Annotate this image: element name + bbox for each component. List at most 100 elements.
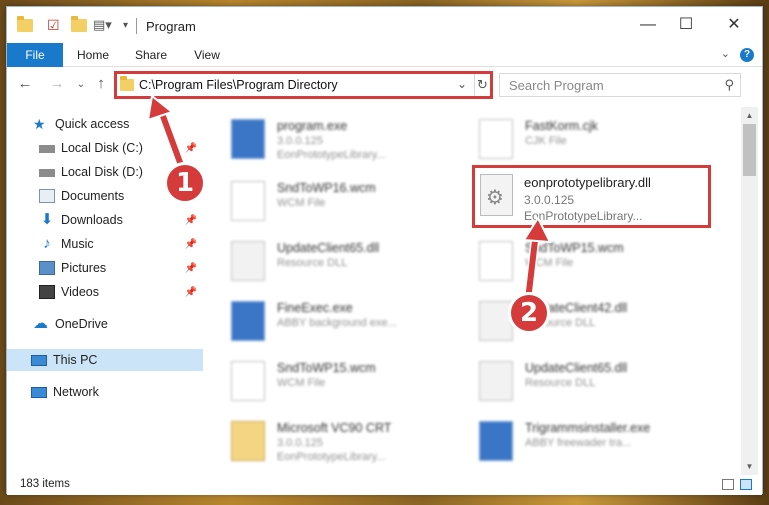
- sidebar-item-this-pc[interactable]: This PC: [7, 349, 203, 371]
- file-detail: 3.0.0.125: [277, 135, 323, 147]
- scrollbar-thumb[interactable]: [743, 124, 756, 176]
- file-detail: EonPrototypeLibrary...: [277, 451, 386, 463]
- item-count: 183 items: [20, 478, 70, 490]
- file-detail: ABBY freewader tra...: [525, 437, 632, 449]
- new-folder-icon[interactable]: [71, 15, 87, 34]
- sidebar-item-label: Local Disk (C:): [61, 141, 143, 155]
- exe-file-icon: [231, 301, 265, 341]
- file-item[interactable]: Microsoft VC90 CRT 3.0.0.125 EonPrototyp…: [207, 415, 452, 465]
- sidebar-item-videos[interactable]: Videos 📌: [7, 281, 203, 303]
- file-name: eonprototypelibrary.dll: [524, 175, 651, 190]
- large-icons-view-icon[interactable]: [740, 479, 752, 490]
- file-detail: WCM File: [277, 377, 326, 389]
- search-box[interactable]: Search Program ⚲: [499, 73, 741, 97]
- scroll-up-icon[interactable]: ▲: [741, 107, 758, 124]
- exe-file-icon: [231, 119, 265, 159]
- dll-file-icon: [231, 241, 265, 281]
- ribbon-tabs: File Home Share View ⌄ ?: [7, 43, 762, 67]
- gear-file-icon: [480, 174, 513, 216]
- sidebar-item-quick-access[interactable]: ★ Quick access: [7, 113, 203, 135]
- file-detail: 3.0.0.125: [277, 437, 323, 449]
- installer-file-icon: [231, 421, 265, 461]
- title-separator: [136, 18, 137, 34]
- star-icon: ★: [33, 116, 46, 132]
- sidebar-item-music[interactable]: ♪ Music 📌: [7, 233, 203, 255]
- file-item[interactable]: FineExec.exe ABBY background exe...: [207, 295, 452, 345]
- cloud-icon: ☁: [33, 315, 48, 332]
- sidebar-item-downloads[interactable]: ⬇ Downloads 📌: [7, 209, 203, 231]
- file-name: SndToWP16.wcm: [277, 181, 376, 195]
- back-arrow-icon[interactable]: ←: [15, 75, 35, 92]
- file-item[interactable]: UpdateClient65.dll Resource DLL: [455, 355, 700, 405]
- file-item[interactable]: UpdateClient42.dll Resource DLL: [455, 295, 700, 345]
- quick-access-dropdown-icon[interactable]: ▾: [123, 16, 128, 34]
- file-detail: CJK File: [525, 135, 567, 147]
- document-file-icon: [231, 181, 265, 221]
- dll-file-icon: [479, 361, 513, 401]
- details-view-icon[interactable]: [722, 479, 734, 490]
- maximize-button[interactable]: ☐: [672, 15, 700, 35]
- file-detail: EonPrototypeLibrary...: [277, 149, 386, 161]
- sidebar-item-pictures[interactable]: Pictures 📌: [7, 257, 203, 279]
- sidebar-item-network[interactable]: Network: [7, 381, 203, 403]
- sidebar-item-local-disk-c[interactable]: Local Disk (C:) 📌: [7, 137, 203, 159]
- tab-home[interactable]: Home: [69, 43, 117, 67]
- documents-icon: [39, 189, 55, 203]
- network-icon: [31, 386, 47, 398]
- highlighted-dll-file[interactable]: eonprototypelibrary.dll 3.0.0.125 EonPro…: [472, 165, 711, 228]
- address-bar-highlight: [114, 71, 493, 99]
- sidebar-item-label: Local Disk (D:): [61, 165, 143, 179]
- file-item[interactable]: UpdateClient65.dll Resource DLL: [207, 235, 452, 285]
- file-name: Microsoft VC90 CRT: [277, 421, 392, 435]
- music-note-icon: ♪: [43, 235, 51, 252]
- file-item[interactable]: Trigrammsinstaller.exe ABBY freewader tr…: [455, 415, 700, 465]
- file-detail: Resource DLL: [525, 377, 596, 389]
- help-icon[interactable]: ?: [740, 48, 754, 62]
- pin-icon[interactable]: 📌: [185, 287, 197, 298]
- up-arrow-icon[interactable]: ↑: [91, 75, 111, 92]
- file-name: SndToWP15.wcm: [277, 361, 376, 375]
- forward-arrow-icon[interactable]: →: [47, 75, 67, 92]
- file-name: UpdateClient65.dll: [525, 361, 628, 375]
- file-item[interactable]: SndToWP15.wcm WCM File: [455, 235, 700, 285]
- file-name: SndToWP15.wcm: [525, 241, 624, 255]
- file-name: FastKorm.cjk: [525, 119, 598, 133]
- search-input[interactable]: Search Program: [509, 78, 604, 93]
- vertical-scrollbar[interactable]: ▲ ▼: [741, 107, 758, 475]
- pin-icon[interactable]: 📌: [185, 263, 197, 274]
- file-name: FineExec.exe: [277, 301, 353, 315]
- tab-file[interactable]: File: [7, 43, 63, 67]
- file-detail: Resource DLL: [277, 257, 348, 269]
- file-description: EonPrototypeLibrary...: [524, 209, 643, 223]
- minimize-button[interactable]: —: [634, 15, 662, 35]
- search-icon[interactable]: ⚲: [724, 77, 734, 93]
- step-2-badge: 2: [508, 292, 550, 334]
- expand-ribbon-icon[interactable]: ⌄: [721, 47, 730, 60]
- sidebar-item-label: Pictures: [61, 261, 107, 275]
- tab-share[interactable]: Share: [127, 43, 175, 67]
- exe-file-icon: [479, 421, 513, 461]
- tab-view[interactable]: View: [183, 43, 231, 67]
- close-button[interactable]: ✕: [720, 15, 748, 35]
- pin-icon[interactable]: 📌: [185, 143, 197, 154]
- document-file-icon: [479, 241, 513, 281]
- document-file-icon: [479, 119, 513, 159]
- file-detail: ABBY background exe...: [277, 317, 397, 329]
- file-item[interactable]: FastKorm.cjk CJK File: [455, 113, 700, 163]
- properties-icon[interactable]: ☑: [47, 16, 60, 34]
- file-name: program.exe: [277, 119, 348, 133]
- file-item[interactable]: SndToWP15.wcm WCM File: [207, 355, 452, 405]
- sidebar-item-onedrive[interactable]: ☁ OneDrive: [7, 313, 203, 335]
- scroll-down-icon[interactable]: ▼: [741, 458, 758, 475]
- sidebar-item-label: Music: [61, 237, 94, 251]
- pin-icon[interactable]: 📌: [185, 239, 197, 250]
- status-bar: 183 items: [7, 475, 762, 495]
- file-explorer-window: ☑ ▤▾ ▾ Program — ☐ ✕ File Home Share Vie…: [6, 6, 763, 495]
- navigation-bar: ← → ⌄ ↑ C:\Program Files\Program Directo…: [7, 67, 762, 103]
- pin-icon[interactable]: 📌: [185, 215, 197, 226]
- customize-toolbar-icon[interactable]: ▤▾: [93, 16, 112, 34]
- file-item[interactable]: SndToWP16.wcm WCM File: [207, 175, 452, 225]
- file-item[interactable]: program.exe 3.0.0.125 EonPrototypeLibrar…: [207, 113, 452, 163]
- recent-locations-icon[interactable]: ⌄: [71, 79, 91, 90]
- step-1-badge: 1: [164, 162, 206, 204]
